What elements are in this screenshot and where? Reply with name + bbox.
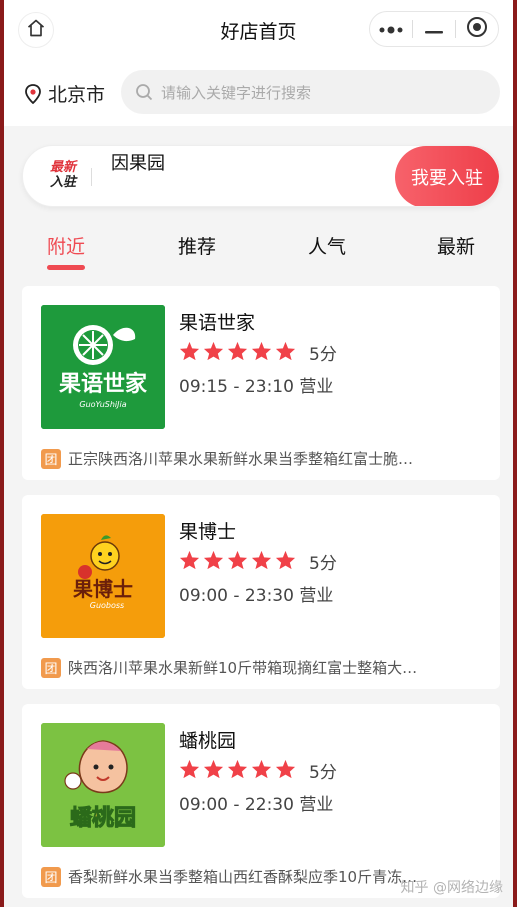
mini-program-page: 好店首页 北京市 请输入关键字进行搜索 最新 入驻 因果园 我要入驻 附近 推荐… <box>4 0 513 907</box>
search-input[interactable]: 请输入关键字进行搜索 <box>121 70 500 114</box>
navigation-bar: 好店首页 <box>4 0 513 60</box>
group-deal-text: 陕西洛川苹果水果新鲜10斤带箱现摘红富士整箱大… <box>68 659 418 677</box>
newest-badge: 最新 入驻 <box>43 160 83 190</box>
active-tab-indicator <box>47 265 85 270</box>
svg-text:GuoYuShiJia: GuoYuShiJia <box>79 400 126 409</box>
shop-name: 蟠桃园 <box>179 730 237 752</box>
svg-text:果博士: 果博士 <box>73 577 133 601</box>
watermark: 知乎 @网络边缘 <box>400 880 503 896</box>
capsule-menu <box>369 11 499 47</box>
city-label: 北京市 <box>48 84 106 106</box>
tab-nearby[interactable]: 附近 <box>47 232 85 259</box>
star-icon <box>275 759 299 783</box>
svg-text:果语世家: 果语世家 <box>59 371 148 397</box>
group-deal[interactable]: 团 正宗陕西洛川苹果水果新鲜水果当季整箱红富士脆… <box>41 448 461 469</box>
close-button[interactable] <box>456 12 498 46</box>
rating-score: 5分 <box>309 345 337 365</box>
shop-logo: 果博士 Guoboss <box>41 514 165 638</box>
business-hours: 09:00 - 22:30 营业 <box>179 795 334 815</box>
star-icon <box>179 341 203 365</box>
window-frame-right <box>513 0 517 907</box>
banner-divider <box>91 168 92 186</box>
category-tabs: 附近 推荐 人气 最新 <box>4 220 513 270</box>
star-icon <box>227 759 251 783</box>
svg-text:蟠桃园: 蟠桃园 <box>70 806 136 831</box>
shop-card[interactable]: 蟠桃园 蟠桃园 5分 09:00 - 22:30 营业 团 香梨新鲜水果当季整箱… <box>22 704 500 898</box>
shop-logo: 蟠桃园 <box>41 723 165 847</box>
more-dots-icon <box>378 20 404 39</box>
more-button[interactable] <box>370 12 412 46</box>
group-deal-text: 正宗陕西洛川苹果水果新鲜水果当季整箱红富士脆… <box>68 450 414 468</box>
shop-card[interactable]: 果博士 Guoboss 果博士 5分 09:00 - 23:30 营业 团 陕西… <box>22 495 500 689</box>
star-icon <box>227 341 251 365</box>
group-deal-tag: 团 <box>41 448 61 469</box>
location-pin-icon <box>24 83 42 104</box>
minimize-icon <box>424 20 444 39</box>
location-search-bar: 北京市 请输入关键字进行搜索 <box>4 60 513 126</box>
star-icon <box>203 550 227 574</box>
star-icon <box>179 550 203 574</box>
badge-line1: 最新 <box>49 160 76 175</box>
tab-newest[interactable]: 最新 <box>437 232 475 259</box>
shop-card[interactable]: 果语世家 GuoYuShiJia 果语世家 5分 09:15 - 23:10 营… <box>22 286 500 480</box>
group-deal[interactable]: 团 陕西洛川苹果水果新鲜10斤带箱现摘红富士整箱大… <box>41 657 461 678</box>
join-button[interactable]: 我要入驻 <box>395 146 499 206</box>
badge-line2: 入驻 <box>49 175 76 190</box>
shop-logo-image: 果博士 Guoboss <box>41 514 165 638</box>
star-icon <box>179 759 203 783</box>
newest-shop-name[interactable]: 因果园 <box>111 149 165 175</box>
star-icon <box>203 341 227 365</box>
rating-stars: 5分 <box>179 549 337 574</box>
svg-text:Guoboss: Guoboss <box>90 601 124 610</box>
group-deal-tag: 团 <box>41 866 61 887</box>
city-selector[interactable]: 北京市 <box>24 80 105 107</box>
search-icon <box>135 83 161 101</box>
minimize-button[interactable] <box>413 12 455 46</box>
rating-score: 5分 <box>309 554 337 574</box>
group-deal-text: 香梨新鲜水果当季整箱山西红香酥梨应季10斤青冻… <box>68 868 418 886</box>
group-deal[interactable]: 团 香梨新鲜水果当季整箱山西红香酥梨应季10斤青冻… <box>41 866 461 887</box>
star-icon <box>203 759 227 783</box>
star-icon <box>251 341 275 365</box>
star-icon <box>275 341 299 365</box>
shop-logo: 果语世家 GuoYuShiJia <box>41 305 165 429</box>
star-icon <box>251 759 275 783</box>
tab-recommended[interactable]: 推荐 <box>178 232 216 259</box>
newest-join-banner: 最新 入驻 因果园 我要入驻 <box>22 145 500 207</box>
business-hours: 09:00 - 23:30 营业 <box>179 586 334 606</box>
group-deal-tag: 团 <box>41 657 61 678</box>
rating-stars: 5分 <box>179 758 337 783</box>
tab-popular[interactable]: 人气 <box>308 232 346 259</box>
shop-logo-image: 蟠桃园 <box>41 723 165 847</box>
shop-name: 果博士 <box>179 521 237 543</box>
shop-logo-image: 果语世家 GuoYuShiJia <box>41 305 165 429</box>
star-icon <box>275 550 299 574</box>
star-icon <box>251 550 275 574</box>
target-circle-icon <box>466 16 488 42</box>
star-icon <box>227 550 251 574</box>
search-placeholder: 请输入关键字进行搜索 <box>161 83 312 102</box>
rating-score: 5分 <box>309 763 337 783</box>
business-hours: 09:15 - 23:10 营业 <box>179 377 334 397</box>
rating-stars: 5分 <box>179 340 337 365</box>
shop-name: 果语世家 <box>179 312 256 334</box>
